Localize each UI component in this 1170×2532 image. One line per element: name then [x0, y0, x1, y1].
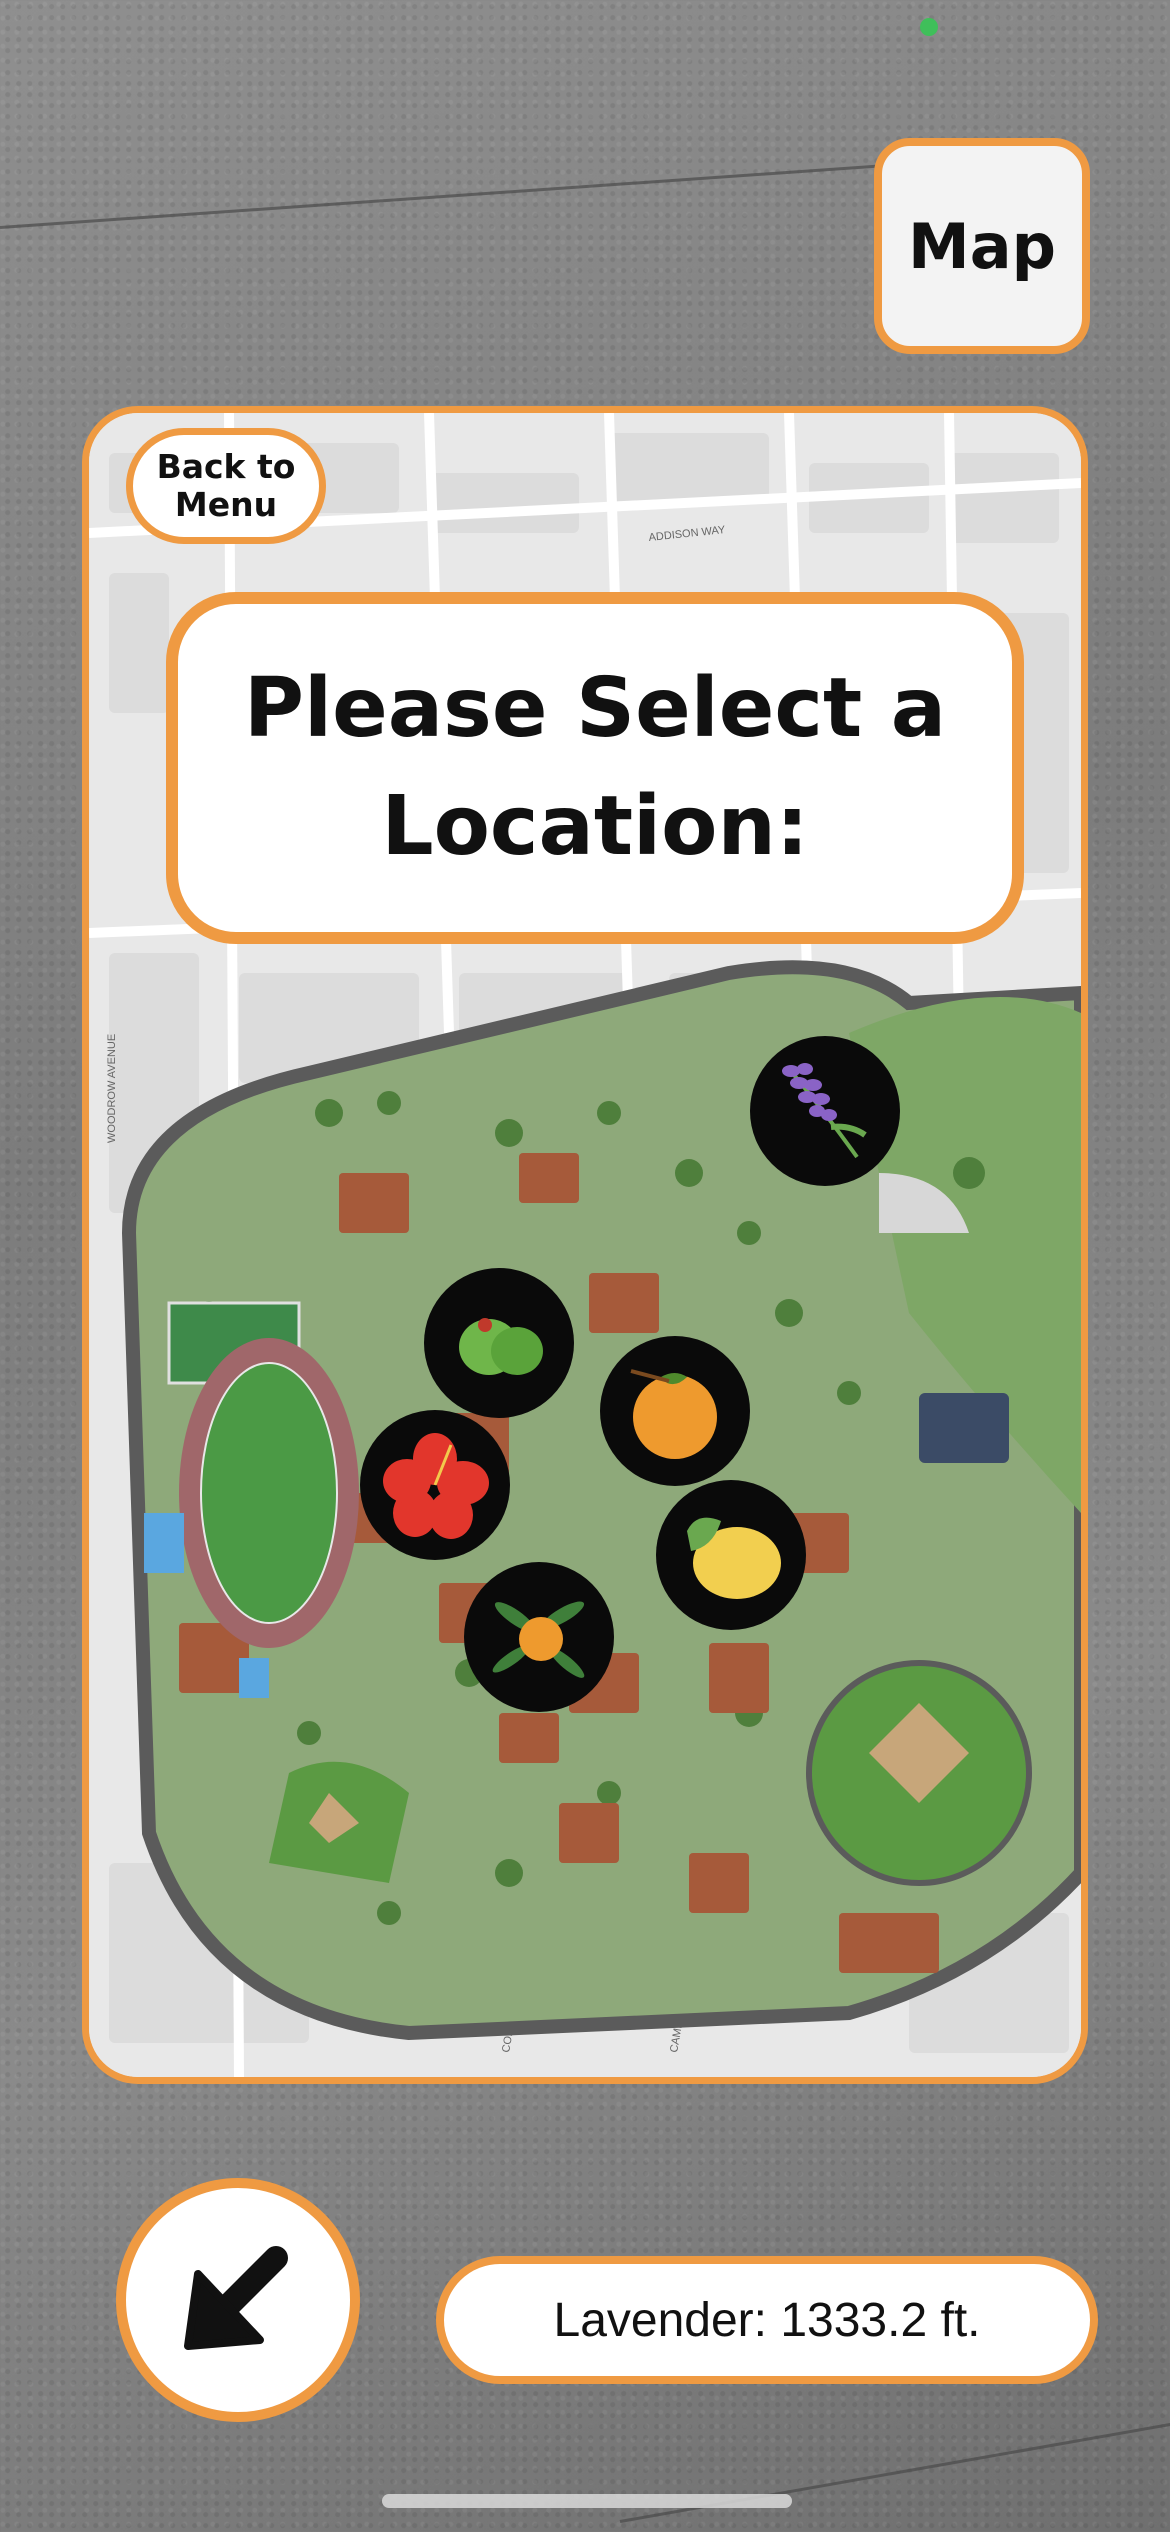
status-indicator [920, 18, 938, 36]
direction-arrow-button[interactable] [116, 2178, 360, 2422]
location-button-lavender[interactable] [750, 1036, 900, 1186]
location-button-orange[interactable] [600, 1336, 750, 1486]
location-button-olive[interactable] [424, 1268, 574, 1418]
map-button[interactable]: Map [874, 138, 1090, 354]
location-button-lemon[interactable] [656, 1480, 806, 1630]
distance-readout: Lavender: 1333.2 ft. [436, 2256, 1098, 2384]
kumquat-icon [492, 1601, 585, 1678]
location-button-kumquat[interactable] [464, 1562, 614, 1712]
ground-crack [0, 160, 938, 229]
lavender-icon [782, 1063, 867, 1159]
home-indicator[interactable] [382, 2494, 792, 2508]
orange-icon [630, 1369, 717, 1459]
street-label: WOODROW AVENUE [106, 1034, 118, 1143]
location-button-hibiscus[interactable] [360, 1410, 510, 1560]
page-title: Please Select a Location: [166, 592, 1024, 944]
olive-icon [459, 1318, 543, 1375]
arrow-down-left-icon [184, 2246, 288, 2350]
lemon-icon [687, 1517, 781, 1599]
back-to-menu-button[interactable]: Back to Menu [126, 428, 326, 544]
hibiscus-icon [383, 1433, 489, 1539]
